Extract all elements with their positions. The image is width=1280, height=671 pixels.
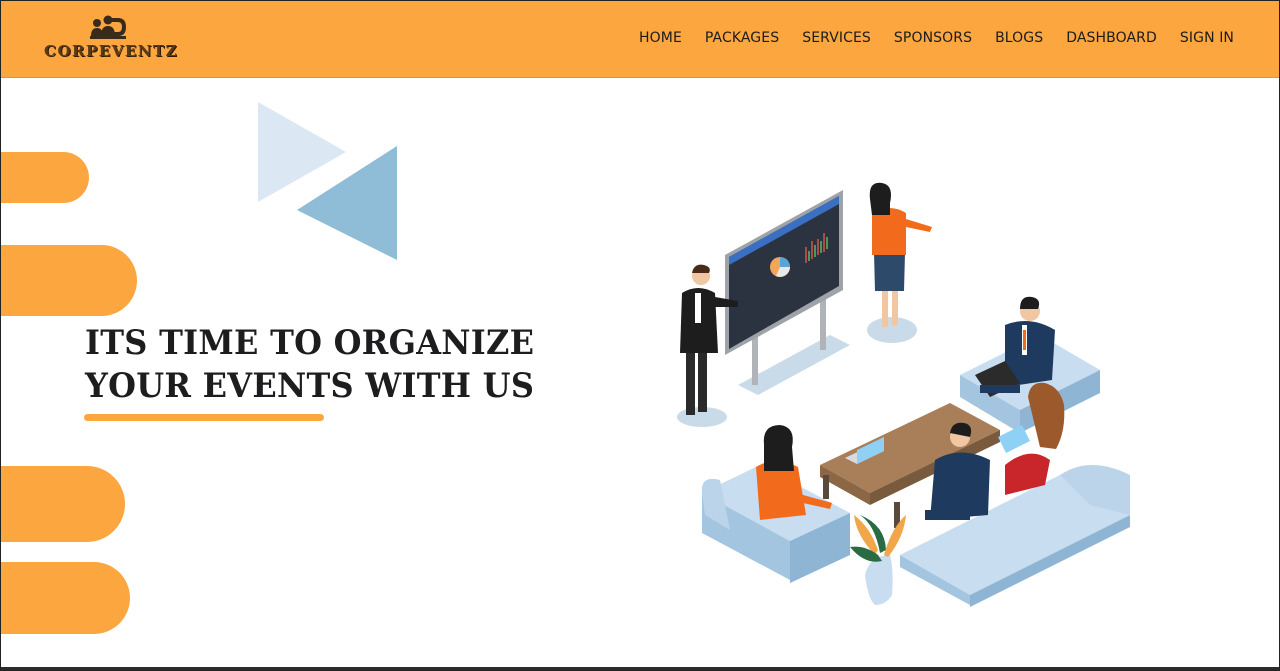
hero-underline xyxy=(84,414,324,421)
nav-packages[interactable]: PACKAGES xyxy=(705,30,779,46)
decor-triangles xyxy=(258,102,397,260)
nav-home[interactable]: HOME xyxy=(639,30,682,46)
nav-sign-in[interactable]: SIGN IN xyxy=(1180,30,1234,46)
hero-title-line2: YOUR EVENTS WITH US xyxy=(85,366,535,406)
hero-title: ITS TIME TO ORGANIZE YOUR EVENTS WITH US xyxy=(85,322,534,408)
nav-sponsors[interactable]: SPONSORS xyxy=(894,30,972,46)
nav-dashboard[interactable]: DASHBOARD xyxy=(1066,30,1157,46)
navbar: CORPEVENTZ HOME PACKAGES SERVICES SPONSO… xyxy=(0,0,1280,78)
meeting-illustration xyxy=(677,182,1130,607)
bottom-bar xyxy=(0,667,1280,671)
brand-logo[interactable]: CORPEVENTZ xyxy=(44,12,177,68)
corpeventz-logo-icon xyxy=(90,15,126,39)
nav-services[interactable]: SERVICES xyxy=(802,30,871,46)
main-nav: HOME PACKAGES SERVICES SPONSORS BLOGS DA… xyxy=(639,30,1234,46)
decor-pill xyxy=(0,245,137,316)
nav-blogs[interactable]: BLOGS xyxy=(995,30,1043,46)
decor-pill xyxy=(0,466,125,542)
hero-title-line1: ITS TIME TO ORGANIZE xyxy=(85,323,535,363)
decor-pill xyxy=(0,562,130,634)
brand-name: CORPEVENTZ xyxy=(44,42,179,60)
decor-pill xyxy=(0,152,89,203)
